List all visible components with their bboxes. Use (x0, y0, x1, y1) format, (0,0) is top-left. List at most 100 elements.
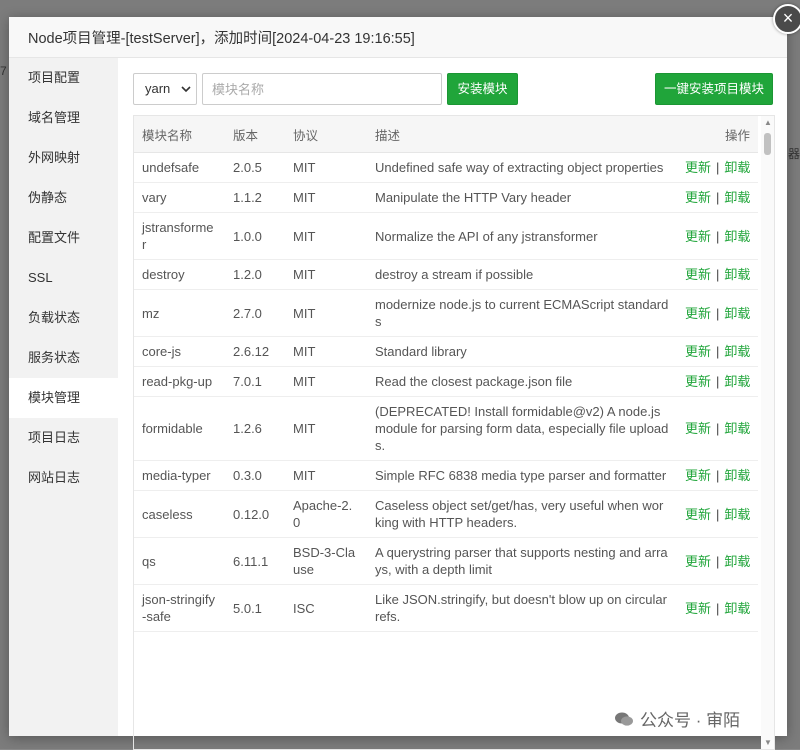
update-module-link[interactable]: 更新 (685, 421, 711, 436)
table-row: vary 1.1.2 MIT Manipulate the HTTP Vary hea… (134, 182, 758, 213)
module-version-cell: 2.7.0 (225, 289, 285, 337)
operations-cell: 更新 | 卸载 (677, 396, 758, 461)
uninstall-module-link[interactable]: 卸载 (724, 601, 750, 616)
module-name-cell: qs (134, 537, 225, 585)
module-license-cell: MIT (285, 289, 367, 337)
uninstall-module-link[interactable]: 卸载 (724, 421, 750, 436)
uninstall-module-link[interactable]: 卸载 (724, 160, 750, 175)
operations-cell: 更新 | 卸载 (677, 152, 758, 183)
close-modal-button[interactable]: × (773, 4, 800, 34)
update-module-link[interactable]: 更新 (685, 344, 711, 359)
operations-cell: 更新 | 卸载 (677, 490, 758, 538)
module-name-cell: jstransformer (134, 212, 225, 260)
table-row: destroy 1.2.0 MIT destroy a stream if possi… (134, 259, 758, 290)
module-table-container[interactable]: 模块名称 版本 协议 描述 操作 undefsafe 2.0.5 MIT Undefi… (133, 115, 775, 750)
link-separator: | (716, 305, 720, 321)
module-name-cell: destroy (134, 259, 225, 290)
module-description-cell: (DEPRECATED! Install formidable@v2) A no… (367, 396, 677, 461)
operations-cell: 更新 | 卸载 (677, 460, 758, 491)
table-row: mz 2.7.0 MIT modernize node.js to current E… (134, 289, 758, 337)
module-description-cell: Normalize the API of any jstransformer (367, 212, 677, 260)
uninstall-module-link[interactable]: 卸载 (724, 554, 750, 569)
update-module-link[interactable]: 更新 (685, 190, 711, 205)
update-module-link[interactable]: 更新 (685, 267, 711, 282)
uninstall-module-link[interactable]: 卸载 (724, 190, 750, 205)
scroll-up-arrow-icon[interactable]: ▲ (764, 118, 772, 127)
link-separator: | (716, 553, 720, 569)
link-separator: | (716, 160, 720, 175)
uninstall-module-link[interactable]: 卸载 (724, 344, 750, 359)
module-name-cell: undefsafe (134, 152, 225, 183)
module-license-cell: MIT (285, 259, 367, 290)
module-license-cell: BSD-3-Clause (285, 537, 367, 585)
link-separator: | (716, 600, 720, 616)
link-separator: | (716, 468, 720, 483)
update-module-link[interactable]: 更新 (685, 374, 711, 389)
column-header-version: 版本 (225, 116, 285, 153)
sidebar-item[interactable]: SSL (9, 258, 118, 298)
module-description-cell: destroy a stream if possible (367, 259, 677, 290)
column-header-operations: 操作 (677, 116, 758, 153)
module-description-cell: Like JSON.stringify, but doesn't blow up… (367, 584, 677, 632)
sidebar-item[interactable]: 负载状态 (9, 298, 118, 338)
module-table: 模块名称 版本 协议 描述 操作 undefsafe 2.0.5 MIT Undefi… (134, 116, 758, 632)
background-text-right: 器 (787, 147, 800, 161)
background-text-left: 7 (0, 64, 7, 78)
uninstall-module-link[interactable]: 卸载 (724, 267, 750, 282)
module-name-cell: caseless (134, 490, 225, 538)
sidebar-item[interactable]: 模块管理 (9, 378, 118, 418)
link-separator: | (716, 190, 720, 205)
module-license-cell: Apache-2.0 (285, 490, 367, 538)
link-separator: | (716, 267, 720, 282)
chevron-down-icon (181, 74, 191, 117)
update-module-link[interactable]: 更新 (685, 468, 711, 483)
sidebar-item[interactable]: 服务状态 (9, 338, 118, 378)
sidebar-item[interactable]: 项目日志 (9, 418, 118, 458)
uninstall-module-link[interactable]: 卸载 (724, 374, 750, 389)
module-description-cell: Simple RFC 6838 media type parser and fo… (367, 460, 677, 491)
update-module-link[interactable]: 更新 (685, 554, 711, 569)
install-all-modules-button[interactable]: 一键安装项目模块 (655, 73, 773, 105)
sidebar-item[interactable]: 项目配置 (9, 58, 118, 98)
module-name-input[interactable] (202, 73, 442, 105)
module-version-cell: 1.0.0 (225, 212, 285, 260)
link-separator: | (716, 421, 720, 436)
update-module-link[interactable]: 更新 (685, 601, 711, 616)
table-row: read-pkg-up 7.0.1 MIT Read the closest pack… (134, 366, 758, 397)
module-name-cell: media-typer (134, 460, 225, 491)
package-manager-select[interactable]: yarn (133, 73, 197, 105)
module-version-cell: 2.6.12 (225, 336, 285, 367)
package-manager-value: yarn (145, 81, 171, 96)
sidebar-item[interactable]: 配置文件 (9, 218, 118, 258)
vertical-scrollbar[interactable]: ▲ ▼ (761, 116, 774, 749)
module-description-cell: Manipulate the HTTP Vary header (367, 182, 677, 213)
scroll-thumb[interactable] (764, 133, 771, 155)
uninstall-module-link[interactable]: 卸载 (724, 306, 750, 321)
uninstall-module-link[interactable]: 卸载 (724, 468, 750, 483)
uninstall-module-link[interactable]: 卸载 (724, 507, 750, 522)
update-module-link[interactable]: 更新 (685, 306, 711, 321)
modal-title: Node项目管理-[testServer]，添加时间[2024-04-23 19… (28, 30, 415, 47)
module-license-cell: ISC (285, 584, 367, 632)
scroll-down-arrow-icon[interactable]: ▼ (764, 738, 772, 747)
sidebar-item[interactable]: 域名管理 (9, 98, 118, 138)
link-separator: | (716, 344, 720, 359)
module-license-cell: MIT (285, 212, 367, 260)
sidebar-item[interactable]: 外网映射 (9, 138, 118, 178)
sidebar-item[interactable]: 网站日志 (9, 458, 118, 498)
watermark: 公众号 · 审陌 (614, 706, 740, 731)
update-module-link[interactable]: 更新 (685, 507, 711, 522)
install-module-button[interactable]: 安装模块 (447, 73, 518, 105)
wechat-icon (614, 711, 634, 727)
update-module-link[interactable]: 更新 (685, 160, 711, 175)
module-license-cell: MIT (285, 336, 367, 367)
operations-cell: 更新 | 卸载 (677, 366, 758, 397)
module-version-cell: 2.0.5 (225, 152, 285, 183)
module-license-cell: MIT (285, 366, 367, 397)
module-name-cell: core-js (134, 336, 225, 367)
uninstall-module-link[interactable]: 卸载 (724, 229, 750, 244)
table-row: core-js 2.6.12 MIT Standard library 更新 | 卸载 (134, 336, 758, 367)
sidebar-item[interactable]: 伪静态 (9, 178, 118, 218)
update-module-link[interactable]: 更新 (685, 229, 711, 244)
watermark-text: 公众号 · 审陌 (640, 711, 741, 730)
